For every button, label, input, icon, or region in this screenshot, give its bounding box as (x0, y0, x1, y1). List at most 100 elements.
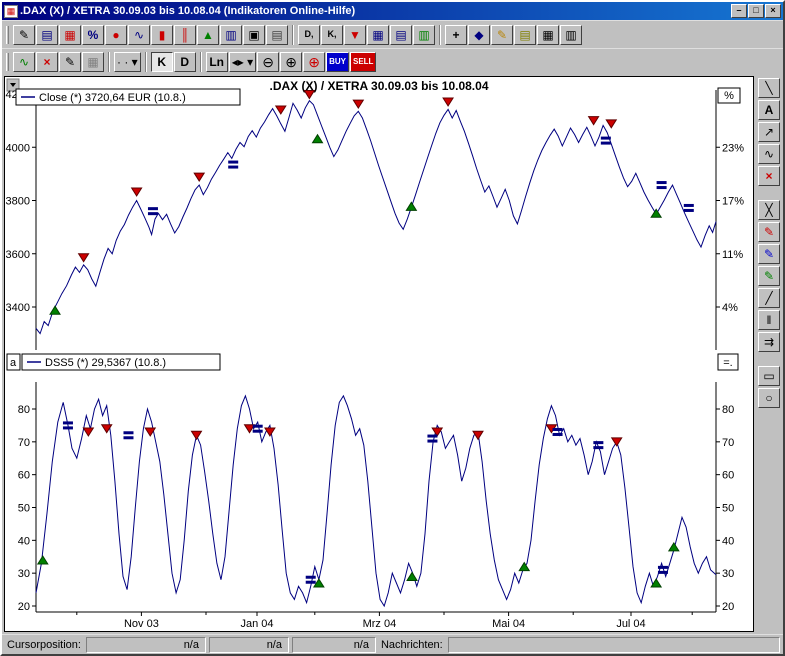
copy-chart-icon[interactable]: ▤ (36, 25, 58, 45)
dss-axis-label: 40 (18, 535, 30, 547)
percent-unit-label: % (724, 90, 734, 102)
exit-marker (658, 566, 668, 569)
zoom-range-button[interactable]: ⊕ (303, 52, 325, 72)
pencil-icon[interactable]: ✎ (59, 52, 81, 72)
line-chart-icon[interactable]: ∿ (128, 25, 150, 45)
record-icon[interactable]: ● (105, 25, 127, 45)
toolbar-grip[interactable] (6, 26, 9, 44)
fan-arrows-tool[interactable]: ⇉ (758, 332, 780, 352)
exit-marker (228, 161, 238, 164)
price-axis-label: 3400 (6, 302, 30, 314)
cross-markers-icon[interactable]: × (36, 52, 58, 72)
dss-axis-label: 20 (18, 601, 30, 613)
candle-chart-icon[interactable]: ▮ (151, 25, 173, 45)
buy-button[interactable]: BUY (326, 52, 349, 72)
zoom-in-button[interactable]: ⊕ (280, 52, 302, 72)
candlestick-view-button[interactable]: K (151, 52, 173, 72)
parallel-lines-tool[interactable]: ‖ (758, 310, 780, 330)
toolbar-separator (292, 25, 294, 45)
x-axis-label: Nov 03 (124, 618, 159, 630)
dss-axis-label: 60 (18, 470, 30, 482)
chart-svg: .DAX (X) / XETRA 30.09.03 bis 10.08.0442… (4, 76, 754, 632)
news-label: Nachrichten: (379, 639, 445, 651)
exit-marker (306, 576, 316, 579)
bar-chart-icon[interactable]: ║ (174, 25, 196, 45)
mountain-chart-icon[interactable]: ▲ (197, 25, 219, 45)
ellipse-tool[interactable]: ○ (758, 388, 780, 408)
exit-marker (657, 186, 667, 189)
trend-line-tool[interactable]: ╲ (758, 78, 780, 98)
exit-marker (427, 435, 437, 438)
dss-axis-label: 70 (722, 437, 734, 449)
window-title: .DAX (X) / XETRA 30.09.03 bis 10.08.04 (… (20, 5, 728, 17)
trade-signals-icon[interactable]: ▼ (344, 25, 366, 45)
scroll-dropdown[interactable]: ◂▸ ▾ (229, 52, 256, 72)
crossed-lines-tool[interactable]: ╳ (758, 200, 780, 220)
dss-legend-label: DSS5 (*) 29,5367 (10.8.) (45, 357, 166, 369)
sell-button[interactable]: SELL (350, 52, 376, 72)
d-period-icon[interactable]: D, (298, 25, 320, 45)
log-scale-button[interactable]: Ln (206, 52, 228, 72)
chart-edit-icon[interactable]: ✎ (13, 25, 35, 45)
delete-drawing-tool[interactable]: × (758, 166, 780, 186)
report-table-icon[interactable]: ▥ (220, 25, 242, 45)
exit-marker (253, 430, 263, 433)
chart-area[interactable]: .DAX (X) / XETRA 30.09.03 bis 10.08.0442… (4, 76, 754, 632)
chart-title: .DAX (X) / XETRA 30.09.03 bis 10.08.04 (270, 79, 489, 93)
pencil-green-tool[interactable]: ✎ (758, 266, 780, 286)
arrow-tool[interactable]: ↗ (758, 122, 780, 142)
close-button[interactable]: × (765, 4, 781, 18)
exit-marker (63, 426, 73, 429)
cursor-y-value: n/a (209, 637, 289, 653)
dss-axis-label: 80 (722, 404, 734, 416)
title-bar[interactable]: ▦ .DAX (X) / XETRA 30.09.03 bis 10.08.04… (2, 2, 783, 20)
percent-view-icon[interactable]: % (82, 25, 104, 45)
exit-marker (253, 425, 263, 428)
x-axis-label: Jan 04 (240, 618, 273, 630)
exit-marker (123, 431, 133, 434)
dss-axis-label: 30 (18, 568, 30, 580)
pan-tool-icon[interactable]: ◆ (468, 25, 490, 45)
exit-marker (593, 441, 603, 444)
cursor-extra-value: n/a (292, 637, 376, 653)
watchlist-icon[interactable]: ▤ (390, 25, 412, 45)
exit-marker (123, 436, 133, 439)
text-tool[interactable]: A (758, 100, 780, 120)
light-pen-icon[interactable]: ✎ (491, 25, 513, 45)
palette-icon[interactable]: ▦ (82, 52, 104, 72)
mini-chart-icon[interactable]: ∿ (13, 52, 35, 72)
exit-marker (593, 446, 603, 449)
exit-marker (427, 440, 437, 443)
rectangle-tool[interactable]: ▭ (758, 366, 780, 386)
minimize-button[interactable]: – (731, 4, 747, 18)
x-axis-label: Mrz 04 (363, 618, 397, 630)
dss-axis-label: 60 (722, 470, 734, 482)
cursor-x-value: n/a (86, 637, 206, 653)
pencil-red-tool[interactable]: ✎ (758, 222, 780, 242)
datasheet-icon[interactable]: ▥ (413, 25, 435, 45)
dss-axis-label: 80 (18, 404, 30, 416)
hatch-lines-tool[interactable]: ╱ (758, 288, 780, 308)
save-chart-icon[interactable]: ▣ (243, 25, 265, 45)
quote-table-icon[interactable]: ▦ (367, 25, 389, 45)
pencil-blue-tool[interactable]: ✎ (758, 244, 780, 264)
toolbar-grip[interactable] (6, 53, 9, 71)
line-style-dropdown[interactable]: · · ▾ (114, 52, 141, 72)
curve-tool[interactable]: ∿ (758, 144, 780, 164)
daily-view-button[interactable]: D (174, 52, 196, 72)
toolbar-separator (145, 52, 147, 72)
color-tiles-icon[interactable]: ▦ (59, 25, 81, 45)
grid-icon[interactable]: ▦ (537, 25, 559, 45)
print-icon[interactable]: ▤ (266, 25, 288, 45)
dss-axis-label: 30 (722, 568, 734, 580)
k-period-icon[interactable]: K, (321, 25, 343, 45)
maximize-button[interactable]: □ (748, 4, 764, 18)
zoom-out-button[interactable]: ⊖ (257, 52, 279, 72)
notes-icon[interactable]: ▤ (514, 25, 536, 45)
x-axis-label: Jul 04 (616, 618, 645, 630)
indicator-properties-label: =. (723, 357, 732, 369)
layout-icon[interactable]: ▥ (560, 25, 582, 45)
status-bar: Cursorposition: n/a n/a n/a Nachrichten: (2, 634, 783, 654)
exit-marker (553, 428, 563, 431)
crosshair-icon[interactable]: + (445, 25, 467, 45)
